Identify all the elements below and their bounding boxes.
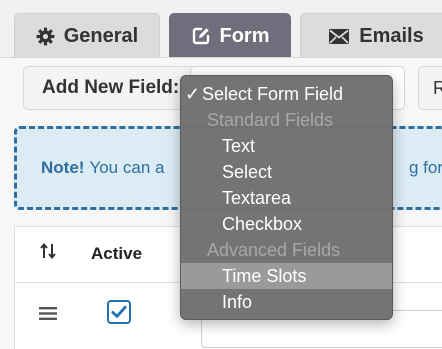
checkmark-icon [111, 305, 127, 318]
dropdown-group-standard: Standard Fields [207, 110, 334, 130]
gear-icon [36, 27, 55, 46]
dropdown-option-time-slots[interactable]: Time Slots [181, 263, 392, 289]
note-title: Note! [41, 158, 85, 177]
tab-emails[interactable]: Emails [300, 13, 442, 58]
tab-general-label: General [63, 24, 139, 47]
tab-general[interactable]: General [14, 13, 160, 58]
dropdown-option-selected[interactable]: ✓ Select Form Field [181, 81, 392, 107]
check-icon: ✓ [185, 84, 201, 104]
tab-form[interactable]: Form [169, 13, 291, 58]
dropdown-option-info[interactable]: Info [181, 289, 392, 315]
active-checkbox[interactable] [107, 300, 131, 324]
note-text-tail: g form [409, 158, 442, 177]
tab-bar: General Form Emails [14, 13, 442, 58]
column-header-active: Active [91, 244, 143, 263]
sort-icon[interactable] [39, 242, 57, 265]
add-new-field-label: Add New Field: [23, 66, 199, 110]
note-text: You can a [89, 158, 165, 177]
tab-emails-label: Emails [359, 24, 424, 47]
dropdown-group-advanced: Advanced Fields [207, 240, 341, 260]
form-field-dropdown: ✓ Select Form Field Standard Fields Text … [180, 75, 393, 320]
dropdown-option-textarea[interactable]: Textarea [181, 185, 392, 211]
drag-handle-icon[interactable] [39, 306, 57, 326]
tab-form-label: Form [219, 24, 270, 47]
reset-button[interactable]: R [418, 66, 442, 110]
dropdown-option-checkbox[interactable]: Checkbox [181, 211, 392, 237]
dropdown-selected-label: Select Form Field [202, 84, 344, 104]
dropdown-option-select[interactable]: Select [181, 159, 392, 185]
dropdown-option-text[interactable]: Text [181, 133, 392, 159]
envelope-icon [328, 28, 350, 45]
edit-icon [191, 26, 211, 46]
settings-page: General Form Emails Add New Field: R Not… [0, 0, 442, 349]
